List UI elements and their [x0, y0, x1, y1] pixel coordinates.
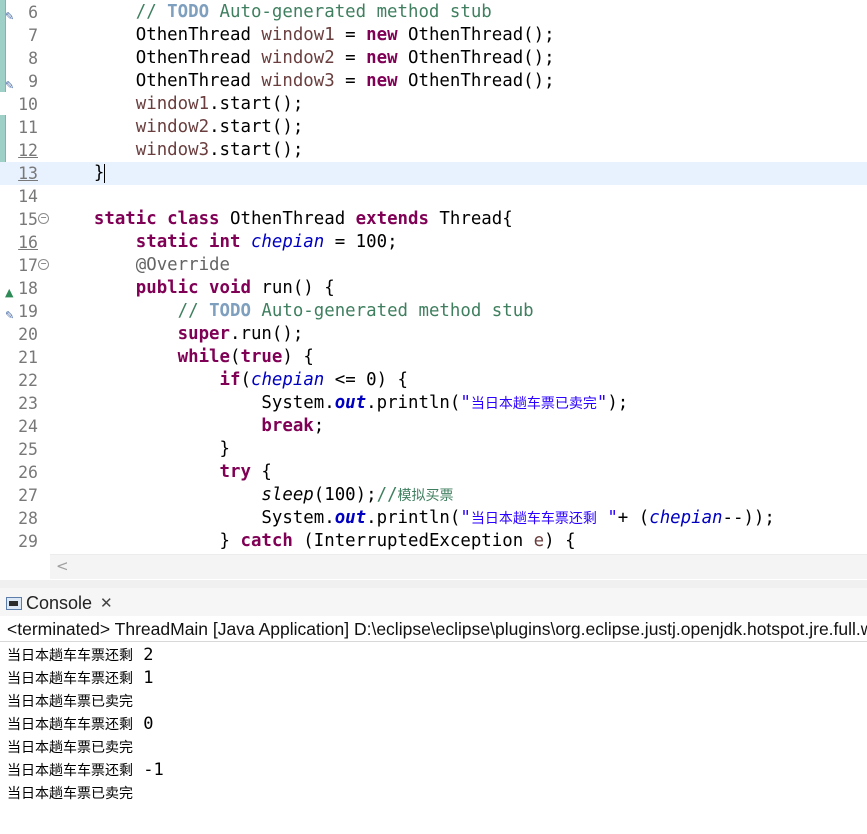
code-line[interactable]: 6 ✎ // TODO Auto-generated method stub [0, 1, 867, 24]
code-text: static class OthenThread extends Thread{ [93, 209, 513, 229]
code-text: static int chepian = 100; [135, 232, 398, 252]
line-number: 27 [18, 486, 38, 505]
panel-divider[interactable] [0, 580, 867, 588]
console-tab-bar: Console ✕ [0, 588, 867, 616]
code-text: try { [219, 462, 272, 482]
code-line[interactable]: 10 window1.start(); [0, 93, 867, 116]
code-line[interactable]: 17− @Override [0, 254, 867, 277]
console-output-line: 当日本趟车票已卖完 [7, 786, 133, 802]
line-number: 11 [18, 118, 38, 137]
code-line[interactable]: 22 if(chepian <= 0) { [0, 369, 867, 392]
code-line[interactable]: 29 } catch (InterruptedException e) { [0, 530, 867, 553]
code-line[interactable]: 18 ▲ public void run() { [0, 277, 867, 300]
fold-toggle-icon[interactable]: − [38, 213, 49, 224]
code-line[interactable]: 12 window3.start(); [0, 139, 867, 162]
console-output[interactable]: 当日本趟车车票还剩 2 当日本趟车车票还剩 1 当日本趟车票已卖完 当日本趟车车票还剩… [0, 644, 867, 834]
text-caret [104, 163, 106, 183]
code-text: // TODO Auto-generated method stub [52, 2, 492, 22]
code-text: window3.start(); [52, 140, 304, 160]
code-line[interactable]: 15− static class OthenThread extends Thr… [0, 208, 867, 231]
line-number: 12 [18, 141, 38, 160]
line-number: 21 [18, 348, 38, 367]
console-icon [6, 596, 22, 610]
tab-console-label: Console [26, 592, 93, 613]
code-line[interactable]: 16 static int chepian = 100; [0, 231, 867, 254]
console-output-line: 当日本趟车票已卖完 [7, 694, 133, 710]
line-number: 23 [18, 394, 38, 413]
code-text: System.out.println("当日本趟车票已卖完"); [52, 393, 629, 413]
code-text: public void run() { [135, 278, 335, 298]
code-text: @Override [52, 255, 230, 275]
code-line[interactable]: 19 ✎ // TODO Auto-generated method stub [0, 300, 867, 323]
console-output-line: 当日本趟车车票还剩 1 [7, 668, 154, 688]
code-text: OthenThread window3 = new OthenThread(); [52, 71, 555, 91]
line-number: 10 [18, 95, 38, 114]
code-text: System.out.println("当日本趟车车票还剩 "+ (chepia… [52, 508, 775, 528]
line-number: 20 [18, 325, 38, 344]
code-text: window2.start(); [52, 117, 304, 137]
code-text: if(chepian <= 0) { [219, 370, 409, 390]
fold-toggle-icon[interactable]: − [38, 259, 49, 270]
code-text: } [52, 163, 106, 183]
code-text: while(true) { [177, 347, 314, 367]
line-number: 24 [18, 417, 38, 436]
code-line[interactable]: 11 window2.start(); [0, 116, 867, 139]
code-text: super.run(); [177, 324, 304, 344]
code-line[interactable]: 28 System.out.println("当日本趟车车票还剩 "+ (che… [0, 507, 867, 530]
line-number: 15 [18, 210, 38, 229]
code-text: } [52, 439, 230, 459]
scroll-left-icon[interactable]: < [56, 557, 69, 575]
line-number: 16 [18, 233, 38, 252]
code-text: OthenThread window2 = new OthenThread(); [52, 48, 555, 68]
code-text: break; [261, 416, 325, 436]
code-line[interactable]: 27 sleep(100);//模拟买票 [0, 484, 867, 507]
code-line[interactable]: 25 } [0, 438, 867, 461]
tab-console[interactable]: Console ✕ [6, 590, 113, 616]
line-number: 14 [18, 187, 38, 206]
line-number: 7 [28, 26, 38, 45]
line-number: 25 [18, 440, 38, 459]
code-text: } catch (InterruptedException e) { [52, 531, 576, 551]
console-output-line: 当日本趟车车票还剩 2 [7, 645, 154, 665]
line-number: 26 [18, 463, 38, 482]
code-line[interactable]: 7 OthenThread window1 = new OthenThread(… [0, 24, 867, 47]
line-number: 29 [18, 532, 38, 551]
code-text: // TODO Auto-generated method stub [52, 301, 534, 321]
console-output-line: 当日本趟车车票还剩 0 [7, 714, 154, 734]
code-editor[interactable]: 6 ✎ // TODO Auto-generated method stub 7 O… [0, 0, 867, 580]
code-line[interactable]: 9 ✎ OthenThread window3 = new OthenThread… [0, 70, 867, 93]
line-number: 28 [18, 509, 38, 528]
code-text: sleep(100);//模拟买票 [261, 485, 454, 505]
code-line[interactable]: 13 } [0, 162, 867, 185]
code-line[interactable]: 8 OthenThread window2 = new OthenThread(… [0, 47, 867, 70]
code-line[interactable]: 20 super.run(); [0, 323, 867, 346]
code-line[interactable]: 23 System.out.println("当日本趟车票已卖完"); [0, 392, 867, 415]
code-text: OthenThread window1 = new OthenThread(); [52, 25, 555, 45]
code-text: window1.start(); [52, 94, 304, 114]
line-number: 17 [18, 256, 38, 275]
console-status: <terminated> ThreadMain [Java Applicatio… [0, 616, 867, 642]
code-line[interactable]: 24 break; [0, 415, 867, 438]
close-icon[interactable]: ✕ [100, 594, 113, 612]
line-number: 8 [28, 49, 38, 68]
horizontal-scrollbar[interactable]: < [50, 554, 867, 579]
line-number: 22 [18, 371, 38, 390]
code-line[interactable]: 26 try { [0, 461, 867, 484]
code-line[interactable]: 21 while(true) { [0, 346, 867, 369]
console-output-line: 当日本趟车票已卖完 [7, 740, 133, 756]
code-line[interactable]: 14 [0, 185, 867, 208]
console-output-line: 当日本趟车车票还剩 -1 [7, 760, 164, 780]
line-number: 13 [18, 164, 38, 183]
